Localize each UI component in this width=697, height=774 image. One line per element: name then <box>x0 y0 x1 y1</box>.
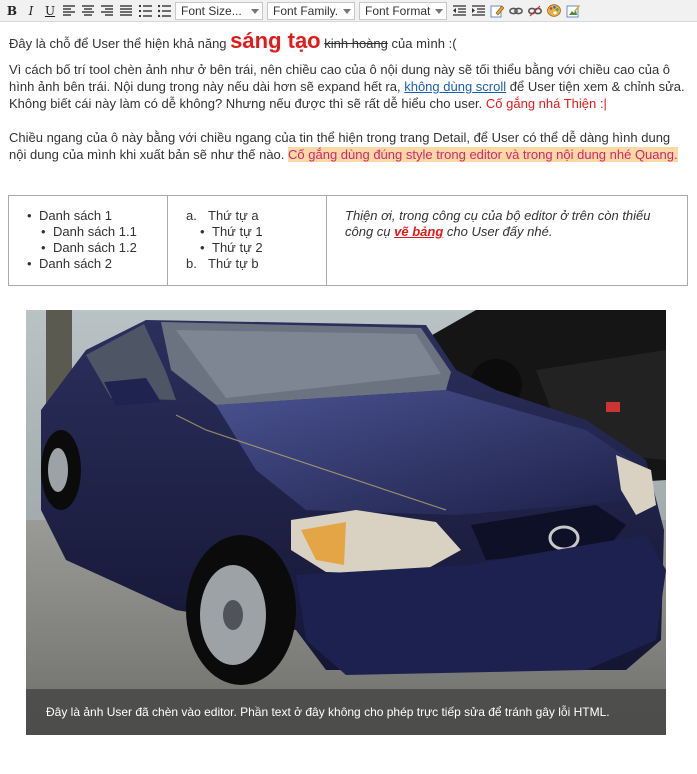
font-family-select-label: Font Family. <box>273 3 339 18</box>
chevron-down-icon <box>343 8 351 14</box>
insert-image-icon[interactable] <box>565 3 581 19</box>
editor-toolbar: B I U Font Size... Font Family. Font For… <box>0 0 697 22</box>
link-icon[interactable] <box>508 3 524 19</box>
list-item: Danh sách 2 <box>27 256 167 272</box>
font-format-select[interactable]: Font Format <box>359 1 447 20</box>
font-size-select-label: Font Size... <box>181 3 242 18</box>
list-item-text: Danh sách 2 <box>39 256 112 271</box>
list-item-text: Danh sách 1 <box>39 208 112 223</box>
paragraph-1-emphasis: sáng tạo <box>230 28 321 53</box>
list-item: Thứ tự 2 <box>200 240 326 256</box>
list-item: b. Thứ tự b <box>186 256 326 272</box>
table-cell-note[interactable]: Thiện ơi, trong công cụ của bộ editor ở … <box>327 196 687 285</box>
paragraph-1-prefix: Đây là chỗ để User thể hiện khả năng <box>9 36 227 51</box>
note-text2: cho User đấy nhé. <box>446 224 553 239</box>
list-item: Danh sách 1.1 <box>41 224 167 240</box>
list-item-text: Thứ tự 1 <box>212 224 263 239</box>
paragraph-1-suffix: của mình :( <box>391 36 457 51</box>
list-item: a. Thứ tự a <box>186 208 326 224</box>
align-right-icon[interactable] <box>99 3 115 19</box>
font-format-select-label: Font Format <box>365 3 431 18</box>
note-emphasis: vẽ bảng <box>394 224 444 239</box>
content-table[interactable]: Danh sách 1 Danh sách 1.1 Danh sách 1.2 … <box>8 195 688 286</box>
car-photo <box>26 310 666 735</box>
paragraph-2: Vì cách bố trí tool chèn ảnh như ở bên t… <box>9 61 687 112</box>
chevron-down-icon <box>251 8 259 14</box>
align-center-icon[interactable] <box>80 3 96 19</box>
paragraph-2-red-note: Cố gắng nhá Thiện :| <box>485 96 607 111</box>
italic-button[interactable]: I <box>23 3 39 19</box>
paragraph-3-highlight: Cố gắng dùng đúng style trong editor và … <box>288 147 678 162</box>
paragraph-1-strike: kinh hoàng <box>324 36 388 51</box>
list-item-text: Thứ tự b <box>208 256 259 271</box>
list-item-text: Danh sách 1.2 <box>53 240 137 255</box>
bold-button[interactable]: B <box>4 3 20 19</box>
edit-icon[interactable] <box>489 3 505 19</box>
list-item: Danh sách 1.2 <box>41 240 167 256</box>
paragraph-1: Đây là chỗ để User thể hiện khả năng sán… <box>9 30 687 52</box>
list-item: Thứ tự 1 <box>200 224 326 240</box>
color-palette-icon[interactable] <box>546 3 562 19</box>
align-left-icon[interactable] <box>61 3 77 19</box>
unordered-list-icon[interactable] <box>156 3 172 19</box>
editor-content[interactable]: Đây là chỗ để User thể hiện khả năng sán… <box>9 30 687 163</box>
table-cell-ordered[interactable]: a. Thứ tự a Thứ tự 1 Thứ tự 2 b. Thứ tự b <box>168 196 327 285</box>
align-justify-icon[interactable] <box>118 3 134 19</box>
font-size-select[interactable]: Font Size... <box>175 1 263 20</box>
list-marker: b. <box>186 256 197 271</box>
list-item-text: Thứ tự a <box>208 208 259 223</box>
image-caption-text: Đây là ảnh User đã chèn vào editor. Phần… <box>46 705 610 719</box>
ordered-list-icon[interactable] <box>137 3 153 19</box>
table-cell-bullets[interactable]: Danh sách 1 Danh sách 1.1 Danh sách 1.2 … <box>9 196 168 285</box>
outdent-icon[interactable] <box>451 3 467 19</box>
image-caption: Đây là ảnh User đã chèn vào editor. Phần… <box>26 689 666 735</box>
list-marker: a. <box>186 208 197 223</box>
paragraph-3: Chiều ngang của ô này bằng với chiều nga… <box>9 129 687 163</box>
underline-button[interactable]: U <box>42 3 58 19</box>
indent-icon[interactable] <box>470 3 486 19</box>
inserted-image[interactable]: Đây là ảnh User đã chèn vào editor. Phần… <box>26 310 666 735</box>
list-item-text: Thứ tự 2 <box>212 240 263 255</box>
no-scroll-link[interactable]: không dùng scroll <box>404 79 506 94</box>
chevron-down-icon <box>435 8 443 14</box>
font-family-select[interactable]: Font Family. <box>267 1 355 20</box>
unlink-icon[interactable] <box>527 3 543 19</box>
list-item: Danh sách 1 <box>27 208 167 224</box>
list-item-text: Danh sách 1.1 <box>53 224 137 239</box>
